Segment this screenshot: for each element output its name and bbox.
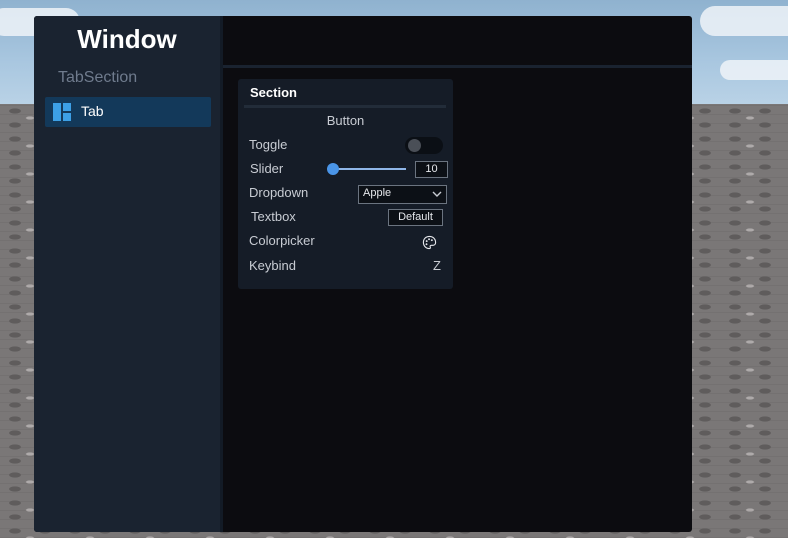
toggle-switch[interactable]: [405, 137, 443, 154]
sidebar: Window TabSection Tab: [34, 16, 223, 532]
section-title: Section: [250, 85, 297, 100]
cloud: [700, 6, 788, 36]
slider-track[interactable]: [333, 168, 406, 170]
slider-label: Slider: [250, 161, 284, 176]
window-title: Window: [77, 24, 177, 54]
tab-label: Tab: [81, 103, 104, 119]
textbox-label: Textbox: [251, 209, 296, 224]
ui-window: Window TabSection Tab Section Button Tog…: [34, 16, 692, 532]
section-divider: [244, 105, 446, 108]
keybind-key[interactable]: Z: [433, 258, 441, 273]
palette-icon[interactable]: [422, 235, 437, 250]
tab-grid-icon: [53, 103, 71, 121]
dropdown-label: Dropdown: [249, 185, 309, 200]
section-button[interactable]: Button: [238, 113, 453, 128]
chevron-down-icon: [432, 191, 442, 197]
slider-value-input[interactable]: 10: [415, 161, 448, 178]
tab-item[interactable]: Tab: [45, 97, 211, 127]
tab-section-label: TabSection: [58, 69, 138, 86]
toggle-knob: [408, 139, 421, 152]
slider-handle[interactable]: [327, 163, 339, 175]
keybind-label: Keybind: [249, 258, 296, 273]
section-panel: Section Button Toggle Slider 10 Dropdown…: [238, 79, 453, 289]
textbox-input[interactable]: Default: [388, 209, 443, 226]
toggle-label: Toggle: [249, 137, 288, 152]
dropdown-selected-value: Apple: [363, 187, 392, 199]
cloud: [720, 60, 788, 80]
colorpicker-label: Colorpicker: [249, 233, 315, 248]
dropdown-select[interactable]: Apple: [358, 185, 447, 204]
header-divider: [223, 65, 692, 68]
